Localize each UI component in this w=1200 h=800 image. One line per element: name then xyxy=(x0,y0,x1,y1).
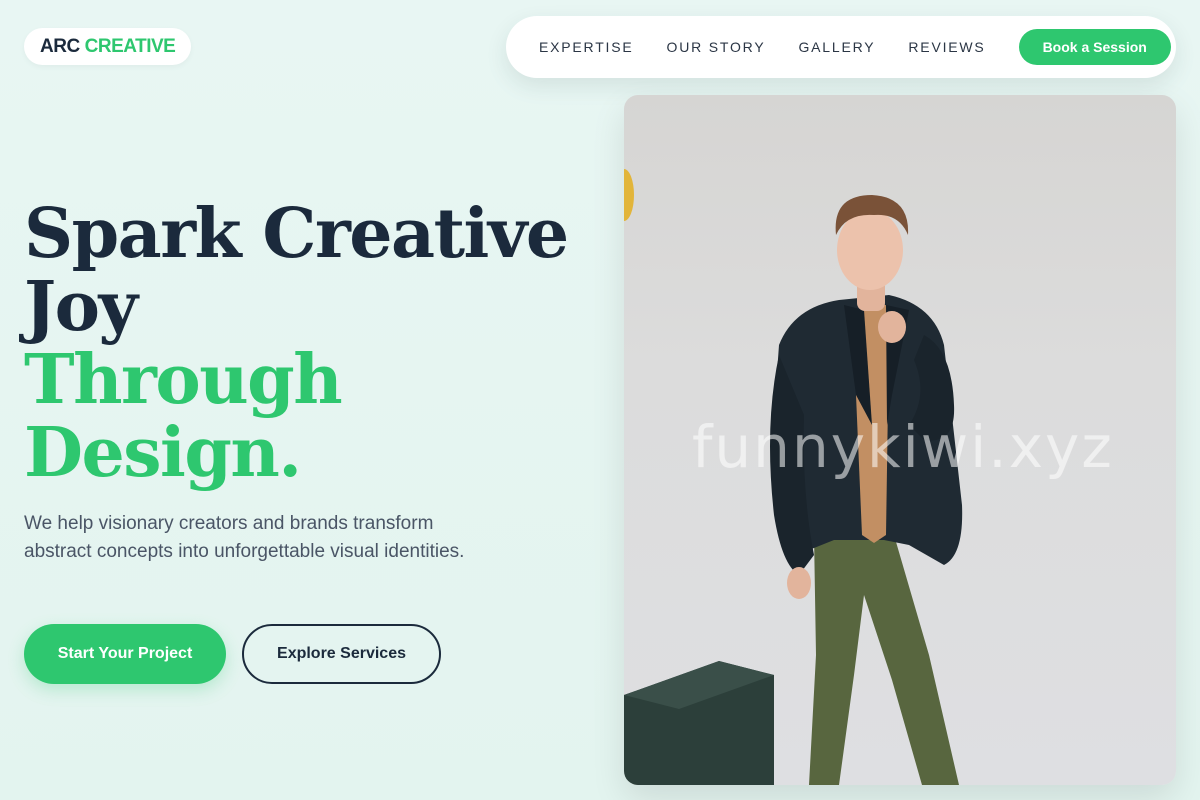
hero-title-line-2: Joy xyxy=(24,267,138,347)
logo[interactable]: ARC CREATIVE xyxy=(24,28,192,65)
nav-link-expertise[interactable]: EXPERTISE xyxy=(539,39,634,55)
hero-title-line-4: Design. xyxy=(24,413,302,493)
hero-image: funnykiwi.xyz xyxy=(624,95,1176,785)
top-nav: EXPERTISE OUR STORY GALLERY REVIEWS Book… xyxy=(506,16,1176,78)
hero-subtitle: We help visionary creators and brands tr… xyxy=(24,513,465,562)
hero-title: Spark Creative Joy Through Design. xyxy=(24,194,569,493)
nav-link-gallery[interactable]: GALLERY xyxy=(798,39,875,55)
explore-services-button[interactable]: Explore Services xyxy=(242,624,441,684)
hero-title-line-1: Spark Creative xyxy=(24,194,569,274)
nav-link-reviews[interactable]: REVIEWS xyxy=(908,39,985,55)
start-project-button[interactable]: Start Your Project xyxy=(24,624,226,684)
book-session-button[interactable]: Book a Session xyxy=(1018,29,1171,65)
nav-link-our-story[interactable]: OUR STORY xyxy=(667,39,766,55)
hero-title-line-3: Through xyxy=(24,340,343,420)
watermark-text: funnykiwi.xyz xyxy=(692,413,1114,481)
logo-text-creative: CREATIVE xyxy=(84,35,176,57)
logo-text-arc: ARC xyxy=(40,35,80,57)
